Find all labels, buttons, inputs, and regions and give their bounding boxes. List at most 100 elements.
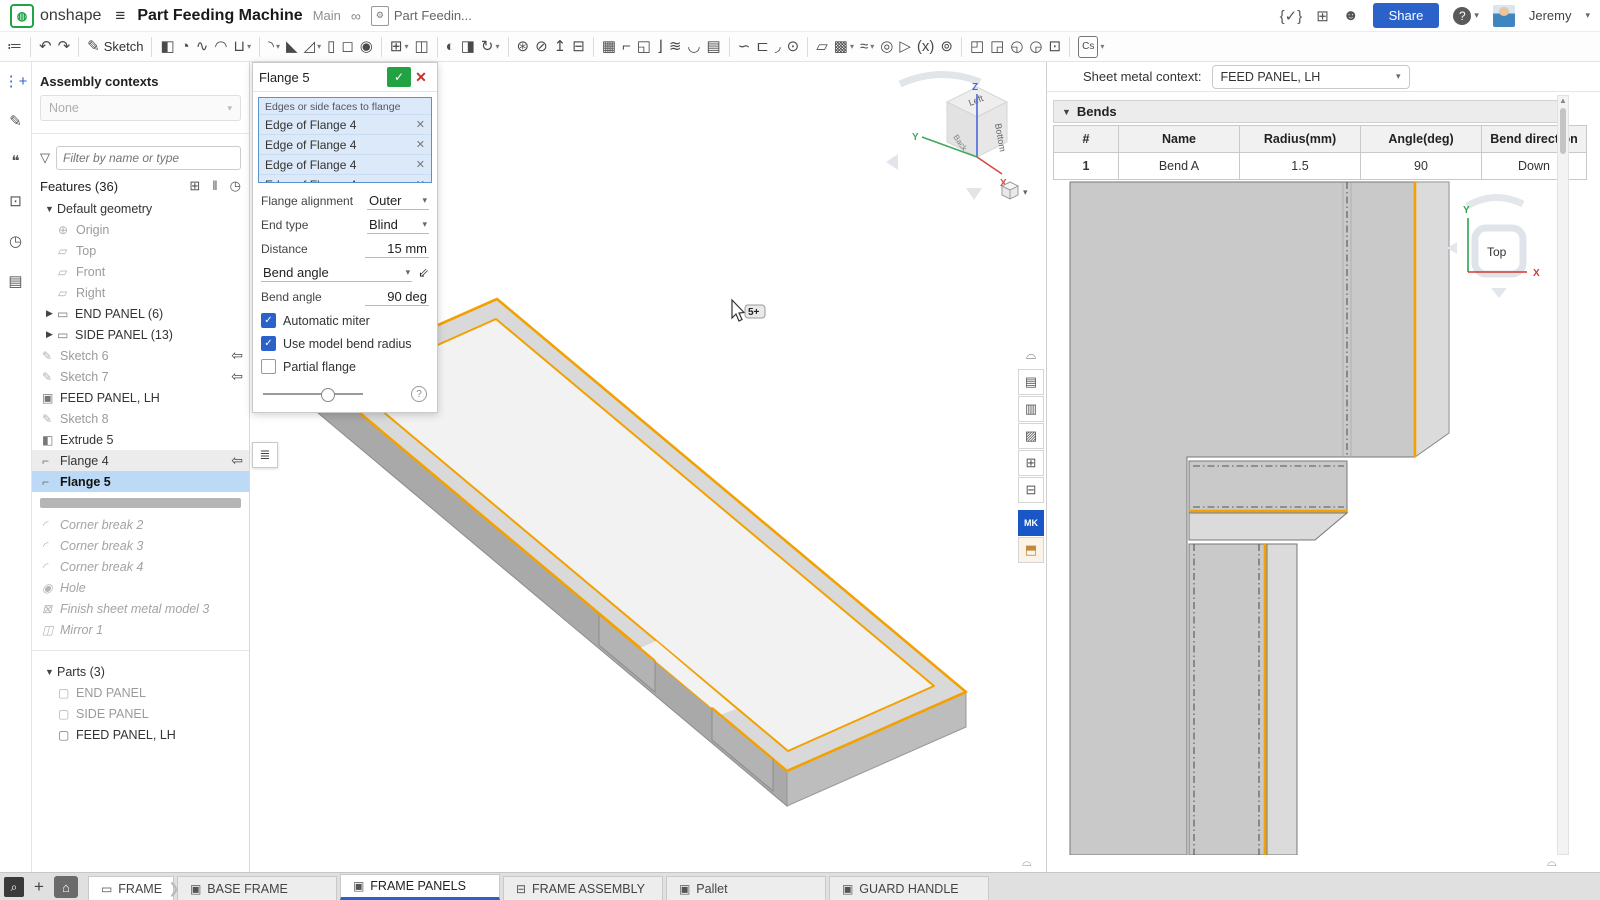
tree-item-parts-3-[interactable]: ▼Parts (3) [32, 661, 249, 682]
home-icon[interactable]: ⌂ [54, 876, 78, 898]
flat-pattern-view-icon[interactable]: ▨ [1018, 423, 1044, 449]
tree-item-sketch-8[interactable]: ✎Sketch 8 [32, 408, 249, 429]
column-header[interactable]: Angle(deg) [1361, 126, 1482, 153]
chevron-down-icon[interactable]: ▾ [404, 42, 408, 51]
rotate-left-arrow[interactable] [886, 154, 898, 170]
tree-item-sketch-7[interactable]: ✎Sketch 7⇦ [32, 366, 249, 387]
tree-item-finish-sheet-metal-model-3[interactable]: ⊠Finish sheet metal model 3 [32, 598, 249, 619]
new-folder-icon[interactable]: ⊞ [189, 178, 200, 194]
scrollbar-thumb[interactable] [1560, 108, 1566, 154]
search-tabs-icon[interactable]: ⌕ [4, 877, 24, 897]
flat-bottom-strip[interactable] [1189, 544, 1297, 855]
tree-item-hole[interactable]: ◉Hole [32, 577, 249, 598]
tree-item-feed-panel-lh[interactable]: ▣FEED PANEL, LH [32, 387, 249, 408]
tab-pallet[interactable]: ▣Pallet [666, 876, 826, 900]
confirm-button[interactable]: ✓ [387, 67, 411, 87]
selection-item[interactable]: Edge of Flange 4✕ [259, 134, 431, 154]
remove-selection-icon[interactable]: ✕ [416, 178, 425, 183]
transform-button[interactable]: ↻▾ [478, 36, 503, 58]
edit-in-context-icon[interactable]: ✎ [9, 112, 22, 130]
edges-selection-list[interactable]: Edges or side faces to flange Edge of Fl… [258, 97, 432, 183]
sheet-metal-tab-button[interactable]: ◱ [634, 36, 654, 58]
filter-icon[interactable]: ▽ [40, 150, 50, 166]
tree-item-sketch-6[interactable]: ✎Sketch 6⇦ [32, 345, 249, 366]
tab-frame-panels[interactable]: ▣FRAME PANELS [340, 874, 500, 900]
remove-selection-icon[interactable]: ✕ [416, 158, 425, 171]
thicken-button[interactable]: ⊔▾ [230, 36, 254, 58]
field-dropdown[interactable]: Bend angle▾ [261, 264, 412, 282]
mirror-button[interactable]: ◫ [411, 36, 431, 58]
checkbox-row[interactable]: ✓Automatic miter [253, 309, 437, 332]
tree-item-flange-5[interactable]: ⌐Flange 5 [32, 471, 249, 492]
column-header[interactable]: Radius(mm) [1240, 126, 1361, 153]
chevron-down-icon[interactable]: ▾ [850, 42, 854, 51]
selection-item[interactable]: Edge of Flange 4✕ [259, 114, 431, 134]
view-cube[interactable]: Left Back Bottom Z Y X [886, 74, 1008, 200]
chevron-right-icon[interactable]: ▶ [42, 329, 57, 340]
featurescript-icon[interactable]: {✓} [1280, 7, 1303, 25]
field-dropdown[interactable]: Blind▾ [367, 216, 429, 234]
document-title[interactable]: Part Feeding Machine [137, 7, 302, 25]
revolve-button[interactable]: ◔ [178, 36, 193, 58]
make-joint-button[interactable]: ⌋ [654, 36, 666, 58]
undo-button[interactable]: ↶ [36, 36, 55, 58]
sheet-metal-context-dropdown[interactable]: FEED PANEL, LH ▾ [1212, 65, 1410, 89]
user-name[interactable]: Jeremy [1529, 8, 1572, 23]
table-row[interactable]: 1Bend A1.590Down [1054, 153, 1587, 180]
rotate-down-arrow[interactable] [966, 188, 982, 200]
tree-item-corner-break-4[interactable]: ◜Corner break 4 [32, 556, 249, 577]
document-tab[interactable]: ⚙ Part Feedin... [371, 6, 472, 26]
remove-selection-icon[interactable]: ✕ [416, 138, 425, 151]
onshape-logo-icon[interactable]: ◍ [10, 4, 34, 28]
bom-table-button[interactable]: ⊡ [1046, 36, 1065, 58]
help-icon[interactable]: ? [411, 386, 427, 402]
tree-item-end-panel[interactable]: ▢END PANEL [32, 682, 249, 703]
assembly-contexts-dropdown[interactable]: None ▾ [40, 95, 241, 121]
pause-updates-icon[interactable]: ‖ [212, 178, 217, 194]
insert-button[interactable]: ◲ [987, 36, 1007, 58]
publish-button[interactable]: ◰ [967, 36, 987, 58]
redo-button[interactable]: ↷ [55, 36, 74, 58]
comments-icon[interactable]: ❝ [11, 152, 19, 170]
slider-knob[interactable] [321, 388, 335, 402]
configurations-icon[interactable]: ▤ [8, 272, 22, 290]
column-header[interactable]: Name [1119, 126, 1240, 153]
variable-button[interactable]: (x) [914, 36, 938, 58]
mk-badge-icon[interactable]: MK [1018, 510, 1044, 536]
avatar[interactable] [1493, 5, 1515, 27]
replace-face-button[interactable]: ⊟ [569, 36, 588, 58]
linear-pattern-button[interactable]: ⊞▾ [387, 36, 412, 58]
flip-direction-icon[interactable]: ⇙ [418, 265, 429, 281]
chevron-down-icon[interactable]: ▾ [1585, 10, 1590, 21]
filter-input[interactable] [56, 146, 241, 170]
selection-item[interactable]: Edge of Flange 4✕ [259, 154, 431, 174]
column-header[interactable]: Bend direction [1482, 126, 1587, 153]
plane-button[interactable]: ▱ [813, 36, 831, 58]
table-cell[interactable]: Down [1482, 153, 1587, 180]
scroll-up-icon[interactable]: ▲ [1558, 96, 1568, 105]
custom-features-button[interactable]: Cs▾ [1075, 34, 1107, 60]
curve-button[interactable]: ≈▾ [857, 36, 877, 58]
hole-button[interactable]: ◉ [357, 36, 376, 58]
tree-item-top[interactable]: ▱Top [32, 240, 249, 261]
field-dropdown[interactable]: Outer▾ [367, 192, 429, 210]
tab-frame-assembly[interactable]: ⊟FRAME ASSEMBLY [503, 876, 663, 900]
flat-pattern-button[interactable]: ▤ [704, 36, 724, 58]
shell-button[interactable]: ◻ [338, 36, 356, 58]
tree-item-extrude-5[interactable]: ◧Extrude 5 [32, 429, 249, 450]
composite-part-button[interactable]: ▩▾ [831, 36, 857, 58]
remove-selection-icon[interactable]: ✕ [416, 118, 425, 131]
spline-button[interactable]: ∽ [735, 36, 754, 58]
sheet-thickness-icon[interactable]: ▤ [1018, 369, 1044, 395]
hem-button[interactable]: ◡ [684, 36, 703, 58]
feature-list-popup-button[interactable]: ≣ [252, 442, 278, 468]
column-header[interactable]: # [1054, 126, 1119, 153]
rollback-bar[interactable] [40, 498, 241, 508]
cancel-button[interactable]: ✕ [411, 67, 431, 87]
checkbox-row[interactable]: ✓Use model bend radius [253, 332, 437, 355]
chevron-right-icon[interactable]: ▶ [42, 308, 57, 319]
help-menu[interactable]: ? ▾ [1453, 7, 1479, 25]
draft-button[interactable]: ◿▾ [301, 36, 325, 58]
table-cell[interactable]: 90 [1361, 153, 1482, 180]
sketch-fillet-button[interactable]: ⊙ [784, 36, 803, 58]
